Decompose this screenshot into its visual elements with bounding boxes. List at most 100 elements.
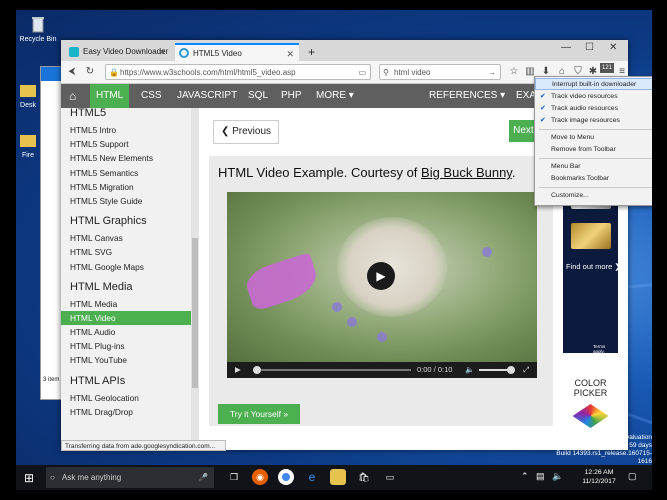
fullscreen-icon[interactable]: ⤢ xyxy=(523,365,529,375)
notifications-icon[interactable]: ▢ xyxy=(628,471,637,482)
sidebar-link[interactable]: HTML Google Maps xyxy=(61,260,191,274)
file-explorer-taskbar-icon[interactable] xyxy=(330,469,346,485)
sidebar-link[interactable]: HTML Media xyxy=(61,297,191,311)
video-player[interactable]: ▶ xyxy=(227,192,537,362)
close-window-icon[interactable]: ✕ xyxy=(609,42,617,53)
example-panel: HTML Video Example. Courtesy of Big Buck… xyxy=(209,156,553,426)
nav-php[interactable]: PHP xyxy=(275,84,308,108)
search-go-icon[interactable]: → xyxy=(488,65,496,81)
volume-icon[interactable]: 🔈 xyxy=(465,365,474,374)
taskbar: ⊞ ○ Ask me anything 🎤 ❐ ◉ e 🛍 ▭ ⌃ ▤ 🔈 12… xyxy=(16,465,652,490)
color-picker-icon xyxy=(572,404,609,428)
nav-css[interactable]: CSS xyxy=(135,84,168,108)
lock-icon: 🔒 xyxy=(109,68,119,77)
nav-more[interactable]: MORE ▾ xyxy=(310,84,360,108)
sidebar-link-active[interactable]: HTML Video xyxy=(61,310,191,326)
nav-references[interactable]: REFERENCES ▾ xyxy=(423,84,511,108)
try-it-yourself-button[interactable]: Try it Yourself » xyxy=(218,404,300,424)
app-taskbar-icon[interactable]: ▭ xyxy=(382,469,398,485)
tab-video-downloader[interactable]: Easy Video Downloader - Ad ✕ xyxy=(65,43,171,61)
sidebar-link[interactable]: HTML Geolocation xyxy=(61,391,191,405)
sidebar-link[interactable]: HTML SVG xyxy=(61,245,191,259)
close-tab-icon[interactable]: ✕ xyxy=(158,43,166,61)
windows-start-icon[interactable]: ⊞ xyxy=(24,471,38,485)
ad-card-gold xyxy=(571,223,611,249)
sidebar-scrollbar[interactable] xyxy=(191,108,199,441)
checkmark-icon: ✔ xyxy=(540,117,546,124)
w3-home-icon[interactable]: ⌂ xyxy=(63,84,82,108)
nav-html[interactable]: HTML xyxy=(90,84,130,108)
menu-item-label: Track image resources xyxy=(551,117,620,124)
network-icon[interactable]: ▤ xyxy=(536,471,545,482)
ad-find-out-more[interactable]: Find out more ❯ xyxy=(566,262,621,271)
taskbar-clock[interactable]: 12:26 AM 11/12/2017 xyxy=(576,468,622,486)
menu-item-menu-bar[interactable]: Menu Bar xyxy=(535,161,652,173)
sidebar-link[interactable]: HTML YouTube xyxy=(61,353,191,367)
video-frame-cloth xyxy=(242,252,322,312)
example-title-text: HTML Video Example. Courtesy of xyxy=(218,165,422,180)
sidebar-link[interactable]: HTML Canvas xyxy=(61,231,191,245)
menu-item-label: Customize... xyxy=(551,192,589,199)
play-overlay-icon[interactable]: ▶ xyxy=(367,262,395,290)
desktop-icon-fire[interactable]: Fire xyxy=(18,130,38,159)
watermark-line: Build 14393.rs1_release.160715-1616 xyxy=(556,450,652,465)
color-picker-promo[interactable]: COLOR PICKER xyxy=(563,372,618,441)
menu-item-track-video[interactable]: ✔ Track video resources xyxy=(535,91,652,103)
sidebar-link[interactable]: HTML5 Support xyxy=(61,137,191,151)
sidebar-link[interactable]: HTML5 Semantics xyxy=(61,166,191,180)
video-time: 0:00 / 0:10 xyxy=(417,365,453,374)
volume-handle[interactable] xyxy=(507,366,515,374)
back-icon[interactable]: ⮜ xyxy=(65,65,79,79)
desktop-icon-desk[interactable]: Desk xyxy=(18,80,38,109)
url-text: https://www.w3schools.com/html/html5_vid… xyxy=(120,68,296,77)
new-tab-button[interactable]: + xyxy=(303,43,321,61)
menu-item-move-to-menu[interactable]: Move to Menu xyxy=(535,132,652,144)
sidebar-link[interactable]: HTML5 Migration xyxy=(61,180,191,194)
seek-track[interactable] xyxy=(261,369,411,371)
big-buck-bunny-link[interactable]: Big Buck Bunny xyxy=(421,165,512,180)
microphone-icon[interactable]: 🎤 xyxy=(198,467,208,488)
sidebar-link[interactable]: HTML Plug-ins xyxy=(61,339,191,353)
volume-slider[interactable] xyxy=(479,369,509,371)
menu-item-track-audio[interactable]: ✔ Track audio resources xyxy=(535,103,652,115)
tab-label: HTML5 Video xyxy=(193,49,242,58)
tab-html5-video[interactable]: HTML5 Video ✕ xyxy=(175,43,299,61)
store-taskbar-icon[interactable]: 🛍 xyxy=(356,469,372,485)
edge-taskbar-icon[interactable]: e xyxy=(304,469,320,485)
video-downloader-badge[interactable]: 121 xyxy=(600,63,614,73)
chrome-taskbar-icon[interactable] xyxy=(278,469,294,485)
firefox-loading-icon xyxy=(179,48,189,58)
nav-javascript[interactable]: JAVASCRIPT xyxy=(171,84,243,108)
sidebar-link[interactable]: HTML5 New Elements xyxy=(61,151,191,165)
sidebar-link[interactable]: HTML Drag/Drop xyxy=(61,405,191,419)
folder-icon xyxy=(18,80,38,100)
firefox-taskbar-icon[interactable]: ◉ xyxy=(252,469,268,485)
previous-button[interactable]: ❮ Previous xyxy=(213,120,279,144)
menu-item-customize[interactable]: Customize... xyxy=(535,190,652,202)
close-tab-icon[interactable]: ✕ xyxy=(286,45,294,61)
menu-item-track-image[interactable]: ✔ Track image resources xyxy=(535,115,652,127)
menu-item-interrupt[interactable]: Interrupt built-in downloader xyxy=(535,78,652,90)
reload-icon[interactable]: ↻ xyxy=(83,65,97,79)
seek-handle[interactable] xyxy=(253,366,261,374)
reader-view-icon[interactable]: ▭ xyxy=(358,65,366,81)
minimize-icon[interactable]: — xyxy=(561,42,571,53)
bookmark-star-icon[interactable]: ☆ xyxy=(508,66,520,78)
volume-tray-icon[interactable]: 🔈 xyxy=(552,471,563,482)
task-view-icon[interactable]: ❐ xyxy=(226,469,242,485)
sidebar-link[interactable]: HTML5 Intro xyxy=(61,123,191,137)
tray-chevron-icon[interactable]: ⌃ xyxy=(521,471,529,482)
nav-sql[interactable]: SQL xyxy=(242,84,274,108)
play-icon[interactable]: ▶ xyxy=(235,365,241,374)
desktop-icon-recycle-bin[interactable]: Recycle Bin xyxy=(18,14,58,43)
sidebar-link[interactable]: HTML Audio xyxy=(61,325,191,339)
taskbar-search[interactable]: ○ Ask me anything 🎤 xyxy=(46,467,214,488)
search-box[interactable]: ⚲ html video → xyxy=(379,64,501,80)
sidebar-scroll-thumb[interactable] xyxy=(192,238,198,388)
menu-item-remove-toolbar[interactable]: Remove from Toolbar xyxy=(535,144,652,156)
example-title-suffix: . xyxy=(511,165,516,180)
maximize-icon[interactable]: ☐ xyxy=(585,42,594,53)
sidebar-link[interactable]: HTML5 Style Guide xyxy=(61,194,191,208)
address-bar[interactable]: 🔒 https://www.w3schools.com/html/html5_v… xyxy=(105,64,371,80)
menu-item-bookmarks-toolbar[interactable]: Bookmarks Toolbar xyxy=(535,173,652,185)
